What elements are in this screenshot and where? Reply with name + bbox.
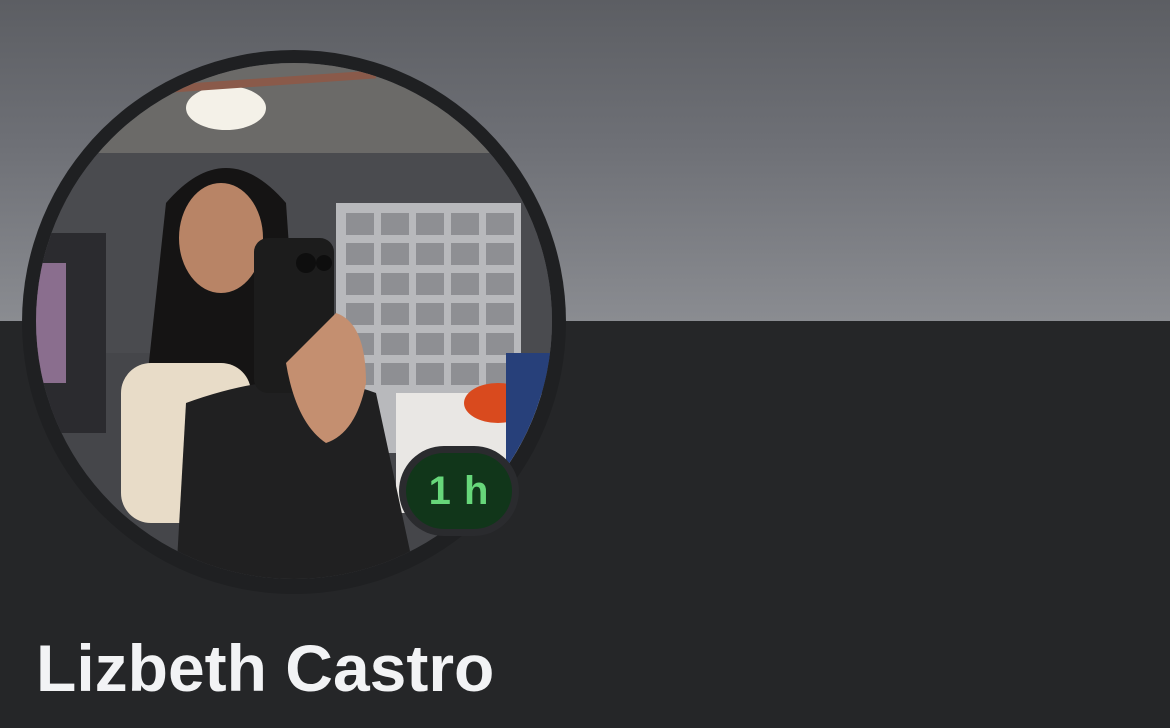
profile-name: Lizbeth Castro [36, 631, 495, 705]
active-status-badge: 1 h [399, 446, 519, 536]
profile-header: 1 h Lizbeth Castro [0, 0, 1170, 728]
active-status-label: 1 h [406, 453, 512, 529]
